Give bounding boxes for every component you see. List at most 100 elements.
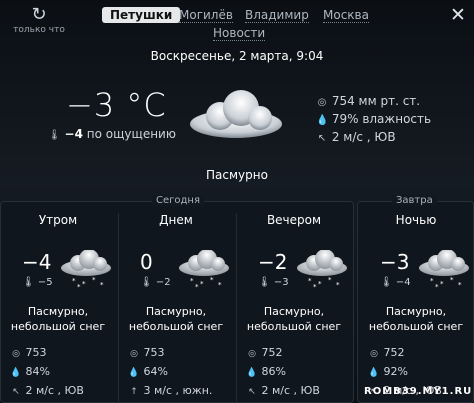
forecast-temperature: −2 <box>258 250 288 274</box>
forecast-temperature: −3 <box>380 250 410 274</box>
forecast-column: Вечером −2 🌡 −3 * * * * * Пасмурно, небольшой сне… <box>236 205 352 403</box>
pressure-icon: ◎ <box>317 97 327 108</box>
svg-text:*: * <box>313 283 317 290</box>
forecast-feels-value: −2 <box>155 277 171 288</box>
forecast-feels-value: −4 <box>395 277 411 288</box>
wind-value: 2 м/с , ЮВ <box>261 384 320 397</box>
forecast-feels-like: 🌡 −4 <box>380 277 411 288</box>
pressure-icon: ◎ <box>248 349 256 359</box>
forecast-column: Утром −4 🌡 −5 * * * * * Пасмурно, небольшой снег ◎… <box>0 205 116 403</box>
top-bar: ↻ только что Петушки Могилёв Владимир Мо… <box>0 0 474 45</box>
forecast-pressure: ◎ 753 <box>10 346 47 359</box>
forecast-desc-line: небольшой снег <box>10 320 106 333</box>
thermometer-icon: 🌡 <box>48 130 61 141</box>
feels-label: по ощущению <box>86 127 176 141</box>
tab-vladimir[interactable]: Владимир <box>245 8 309 23</box>
refresh-label: только что <box>13 25 65 35</box>
forecast-temperature: −4 <box>22 250 52 274</box>
wind-icon: ↖ <box>317 133 327 144</box>
svg-text:*: * <box>450 276 454 284</box>
humidity-value: 84% <box>25 365 50 378</box>
humidity-value: 86% <box>261 365 286 378</box>
forecast-pressure: ◎ 752 <box>246 346 283 359</box>
humidity-value: 64% <box>143 365 168 378</box>
tab-petushki[interactable]: Петушки <box>102 7 181 23</box>
forecast-period: Утром <box>38 213 78 227</box>
current-date: Воскресенье, 2 марта, 9:04 <box>150 49 324 63</box>
forecast-column: Днем 0 🌡 −2 * * * * * Пасмурно, небольшой снег ◎ 7… <box>118 205 234 403</box>
forecast-wind: ↑ 3 м/с , южн. <box>128 384 212 397</box>
forecast-desc-line: Пасмурно, <box>263 305 325 318</box>
svg-text:*: * <box>72 277 76 285</box>
svg-text:*: * <box>190 277 194 285</box>
forecast-desc-line: Пасмурно, <box>385 305 447 318</box>
tab-mogilev[interactable]: Могилёв <box>179 8 233 23</box>
wind-row: ↖ 2 м/с , ЮВ <box>316 129 431 147</box>
current-temperature: −3 °C <box>66 86 167 124</box>
forecast-period: Ночью <box>395 213 437 227</box>
forecast-wind: ↖ 2 м/с , ЮВ <box>10 384 84 397</box>
cloud-snow-icon: * * * * * <box>294 249 350 291</box>
wind-value: 2 м/с , ЮВ <box>331 130 396 144</box>
forecast-feels-like: 🌡 −3 <box>258 277 289 288</box>
pressure-icon: ◎ <box>370 349 378 359</box>
thermometer-icon: 🌡 <box>22 277 35 288</box>
current-condition: Пасмурно <box>206 168 268 182</box>
svg-text:*: * <box>440 280 444 288</box>
svg-text:*: * <box>100 281 104 289</box>
humidity-value: 92% <box>383 365 408 378</box>
forecast-period: Днем <box>159 213 193 227</box>
pressure-value: 754 мм рт. ст. <box>331 94 421 108</box>
wind-icon: ↑ <box>130 387 138 397</box>
cloud-snow-icon: * * * * * <box>416 249 472 291</box>
tab-news[interactable]: Новости <box>213 26 266 41</box>
forecast-feels-like: 🌡 −5 <box>22 277 53 288</box>
svg-text:*: * <box>82 280 86 288</box>
refresh-icon: ↻ <box>31 4 47 25</box>
forecast-feels-value: −3 <box>273 277 289 288</box>
refresh-button[interactable]: ↻ только что <box>10 4 68 36</box>
forecast-desc-line: небольшой снег <box>128 320 224 333</box>
forecast-humidity: 💧 64% <box>128 365 168 378</box>
thermometer-icon: 🌡 <box>380 277 393 288</box>
forecast-desc-line: небольшой снег <box>368 320 464 333</box>
thermometer-icon: 🌡 <box>258 277 271 288</box>
svg-text:*: * <box>210 276 214 284</box>
pressure-row: ◎ 754 мм рт. ст. <box>316 93 431 111</box>
forecast-humidity: 💧 92% <box>368 365 408 378</box>
svg-text:*: * <box>430 277 434 285</box>
humidity-icon: 💧 <box>10 368 22 378</box>
forecast-desc-line: небольшой снег <box>246 320 342 333</box>
forecast-temperature: 0 <box>140 250 153 274</box>
svg-text:*: * <box>458 281 462 289</box>
svg-text:*: * <box>318 280 322 288</box>
forecast-humidity: 💧 86% <box>246 365 286 378</box>
pressure-icon: ◎ <box>12 349 20 359</box>
wind-icon: ↖ <box>248 387 256 397</box>
cloud-snow-icon: * * * * * <box>58 249 114 291</box>
current-feels-like: 🌡 −4 по ощущению <box>48 127 176 141</box>
svg-text:*: * <box>308 277 312 285</box>
forecast-feels-like: 🌡 −2 <box>140 277 171 288</box>
svg-text:*: * <box>336 281 340 289</box>
pressure-value: 753 <box>25 346 47 359</box>
forecast-description: Пасмурно, небольшой снег <box>0 304 116 334</box>
forecast-pressure: ◎ 753 <box>128 346 164 359</box>
tab-moscow[interactable]: Москва <box>323 8 369 23</box>
close-icon[interactable]: ✕ <box>450 4 466 26</box>
forecast-description: Пасмурно, небольшой снег <box>358 304 474 334</box>
forecast-period: Вечером <box>266 213 322 227</box>
cloud-snow-icon: * * * * * <box>176 249 232 291</box>
svg-text:*: * <box>435 283 439 290</box>
forecast-desc-line: Пасмурно, <box>27 305 89 318</box>
pressure-value: 752 <box>261 346 283 359</box>
humidity-row: 💧 79% влажность <box>316 111 431 129</box>
svg-text:*: * <box>328 276 332 284</box>
wind-value: 2 м/с , ЮВ <box>25 384 84 397</box>
svg-text:*: * <box>92 276 96 284</box>
forecast-desc-line: Пасмурно, <box>145 305 207 318</box>
humidity-value: 79% влажность <box>331 112 432 126</box>
humidity-icon: 💧 <box>316 115 329 126</box>
humidity-icon: 💧 <box>246 368 258 378</box>
svg-text:*: * <box>77 283 81 290</box>
